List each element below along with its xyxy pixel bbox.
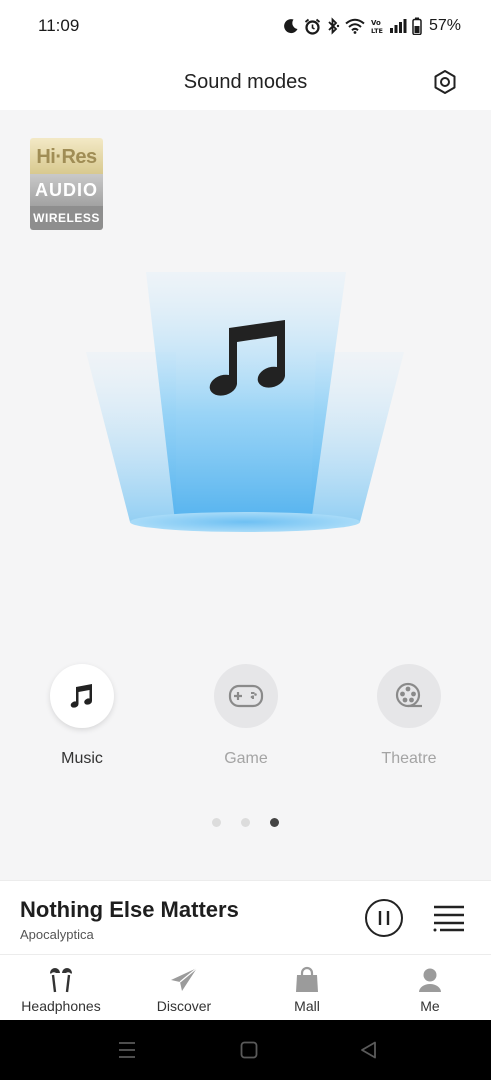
track-title: Nothing Else Matters — [20, 897, 239, 922]
badge-line3: WIRELESS — [30, 206, 103, 230]
system-navigation-bar — [0, 1020, 491, 1080]
recent-apps-button[interactable] — [114, 1038, 140, 1062]
home-button[interactable] — [236, 1038, 262, 1062]
signal-icon — [389, 19, 407, 33]
wifi-icon — [345, 18, 365, 34]
hi-res-audio-badge: Hi·Res AUDIO WIRELESS — [30, 138, 103, 230]
light-pool — [130, 512, 360, 532]
tab-headphones-label: Headphones — [21, 998, 101, 1014]
svg-text:LTE: LTE — [371, 27, 383, 35]
app-header: Sound modes — [0, 54, 491, 110]
mode-game[interactable]: Game — [191, 664, 301, 768]
svg-text:Vo: Vo — [371, 19, 381, 27]
sound-mode-illustration — [86, 272, 404, 532]
page-title: Sound modes — [183, 71, 308, 93]
user-icon — [419, 968, 441, 992]
status-icons: Vo LTE 57% — [283, 14, 461, 38]
moon-icon — [284, 19, 298, 34]
sound-mode-selector: Music Game Theatre — [0, 664, 491, 784]
playlist-button[interactable] — [432, 903, 466, 933]
settings-button[interactable] — [431, 68, 459, 96]
tab-mall-label: Mall — [294, 998, 320, 1014]
music-note-icon — [70, 684, 93, 708]
bottom-tab-bar: Headphones Discover Mall Me — [0, 954, 491, 1020]
page-dot — [212, 818, 221, 827]
volte-icon: Vo LTE — [371, 19, 383, 35]
tab-me-label: Me — [420, 998, 440, 1014]
battery-icon — [412, 17, 422, 35]
page-dot-current — [270, 818, 279, 827]
list-icon — [433, 905, 464, 932]
alarm-icon — [304, 18, 321, 35]
mode-music-label: Music — [61, 750, 103, 767]
tab-me[interactable]: Me — [369, 955, 491, 1021]
pause-icon — [365, 899, 403, 937]
mode-theatre[interactable]: Theatre — [354, 664, 464, 768]
mode-theatre-button[interactable] — [377, 664, 441, 728]
badge-line1: Hi·Res — [30, 138, 103, 174]
film-reel-icon — [395, 682, 422, 708]
gear-icon — [434, 70, 456, 94]
square-icon — [240, 1041, 258, 1059]
badge-line2: AUDIO — [30, 174, 103, 206]
mode-game-button[interactable] — [214, 664, 278, 728]
track-artist: Apocalyptica — [20, 927, 94, 942]
status-time: 11:09 — [38, 16, 80, 35]
pause-button[interactable] — [364, 898, 404, 938]
bluetooth-icon — [328, 17, 340, 35]
page-indicator — [0, 818, 491, 830]
page-dot — [241, 818, 250, 827]
earbuds-icon — [50, 968, 72, 993]
gamepad-icon — [228, 684, 264, 708]
tab-discover[interactable]: Discover — [123, 955, 245, 1021]
tab-mall[interactable]: Mall — [246, 955, 368, 1021]
mode-theatre-label: Theatre — [381, 750, 437, 767]
back-triangle-icon — [361, 1041, 376, 1059]
status-bar: 11:09 Vo LTE 57% — [0, 0, 491, 54]
now-playing-bar[interactable]: Nothing Else Matters Apocalyptica — [0, 880, 491, 954]
tab-headphones[interactable]: Headphones — [0, 955, 122, 1021]
battery-percentage: 57% — [428, 17, 461, 34]
mode-music-button[interactable] — [50, 664, 114, 728]
menu-icon — [119, 1042, 135, 1058]
tab-discover-label: Discover — [156, 998, 212, 1014]
mode-music[interactable]: Music — [27, 664, 137, 768]
shopping-bag-icon — [296, 966, 318, 992]
sound-mode-content: Hi·Res AUDIO WIRELESS Music Game Theatre — [0, 110, 491, 880]
back-button[interactable] — [356, 1038, 382, 1062]
paper-plane-icon — [171, 967, 198, 991]
mode-game-label: Game — [224, 750, 268, 767]
